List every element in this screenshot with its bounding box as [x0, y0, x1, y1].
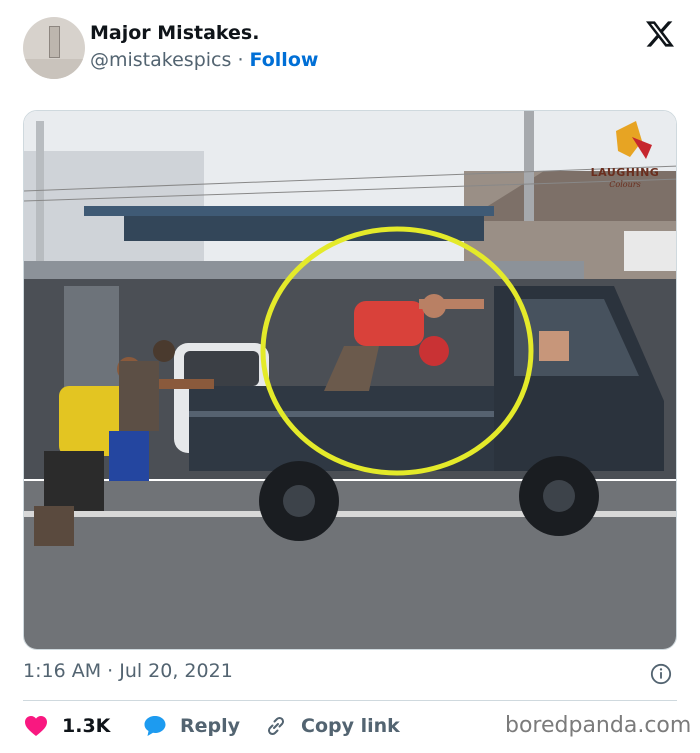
copy-link-button[interactable]: Copy link: [264, 713, 400, 739]
source-watermark: boredpanda.com: [505, 713, 692, 738]
like-button[interactable]: 1.3K: [24, 713, 110, 739]
watermark-logo-subtext: Colours: [609, 180, 641, 189]
like-count: 1.3K: [62, 715, 111, 737]
link-icon: [267, 716, 285, 736]
tweet-timestamp[interactable]: 1:16 AM · Jul 20, 2021: [23, 660, 233, 682]
handle-line: @mistakespics · Follow: [90, 49, 318, 71]
reply-button[interactable]: Reply: [143, 713, 240, 739]
watermark-logo-text: LAUGHING: [590, 166, 660, 179]
reply-label: Reply: [180, 715, 241, 737]
avatar[interactable]: [23, 17, 85, 79]
info-icon[interactable]: [650, 663, 672, 685]
x-logo-icon[interactable]: [646, 20, 674, 48]
heart-icon: [25, 716, 47, 736]
account-handle[interactable]: @mistakespics: [90, 49, 231, 71]
tweet-card: Major Mistakes. @mistakespics · Follow L…: [0, 0, 700, 753]
separator-dot: ·: [237, 49, 244, 71]
account-name[interactable]: Major Mistakes.: [90, 22, 259, 44]
copy-link-label: Copy link: [301, 715, 400, 737]
follow-button[interactable]: Follow: [250, 49, 319, 71]
tweet-photo[interactable]: LAUGHING Colours: [23, 110, 677, 650]
speech-bubble-icon: [144, 716, 166, 736]
divider: [23, 700, 677, 701]
